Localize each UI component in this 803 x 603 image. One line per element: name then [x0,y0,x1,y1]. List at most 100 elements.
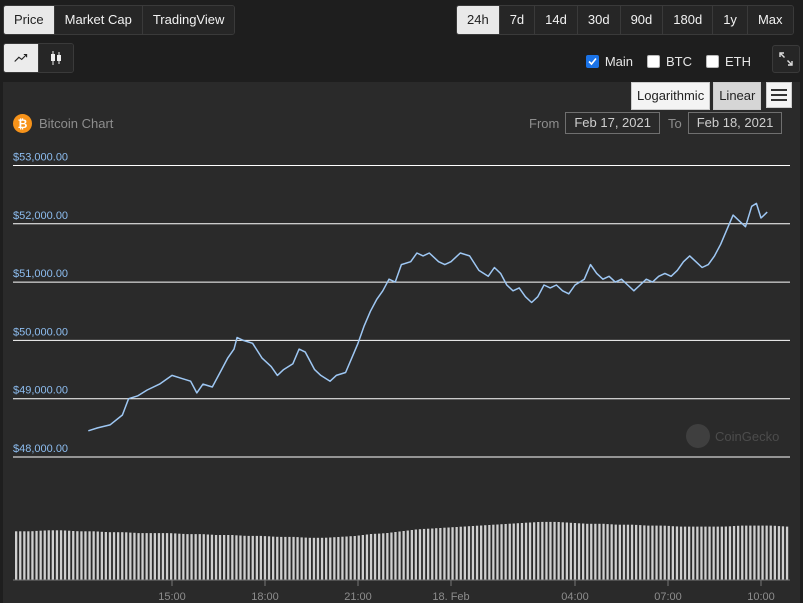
volume-bar [398,531,401,580]
volume-bar [378,533,381,580]
volume-bar [394,532,397,580]
volume-bar [520,523,524,580]
volume-bar [427,528,430,580]
volume-bar [614,524,617,580]
x-tick-label: 07:00 [654,591,682,603]
volume-bar [259,535,262,580]
volume-bar [170,533,173,580]
volume-bar [296,537,299,580]
volume-bar [480,525,483,580]
volume-bar [528,522,532,580]
volume-bar [51,530,54,580]
volume-bar [757,525,760,580]
volume-bar [545,521,548,580]
volume-bar [390,532,393,580]
volume-bar [272,536,275,580]
volume-bar [382,533,385,580]
volume-bar [765,525,768,580]
volume-bar [455,527,458,580]
volume-bar [137,533,140,580]
volume-bar [471,526,475,580]
volume-bar [655,525,658,580]
volume-bar [202,534,205,580]
volume-bar [647,525,650,580]
volume-bar [728,526,732,580]
y-tick-label: $48,000.00 [13,443,68,455]
volume-bar [663,525,666,580]
volume-bar [537,522,540,580]
volume-bar [484,525,487,580]
volume-bar [320,537,324,580]
volume-bar [104,532,107,580]
volume-bar [708,526,711,580]
volume-bar [373,533,377,580]
volume-bar [300,537,303,580]
volume-bar [561,522,564,580]
volume-bar [88,531,91,581]
volume-bar [316,537,320,580]
volume-bar [671,526,674,580]
volume-bar [594,523,597,581]
x-tick-label: 18:00 [251,591,279,603]
volume-bar [43,530,46,580]
volume-bar [716,526,719,580]
volume-bar [622,524,626,580]
volume-bar [149,533,152,580]
volume-bar [683,526,687,580]
volume-bar [341,536,344,580]
volume-bar [55,530,59,580]
volume-bar [288,536,291,580]
volume-bar [512,523,515,580]
volume-bar [749,525,752,580]
volume-bar [422,528,426,580]
volume-bar [447,527,450,580]
volume-bar [565,522,568,580]
volume-bar [133,532,136,580]
volume-bar [402,531,405,580]
volume-bar [577,523,581,580]
volume-bar [712,526,715,580]
volume-bar [353,536,356,580]
volume-bar [569,522,572,580]
volume-bar [667,525,670,580]
volume-bar [443,527,446,580]
volume-bar [761,525,764,580]
y-tick-label: $50,000.00 [13,326,68,338]
volume-bar [467,526,471,580]
y-tick-label: $53,000.00 [13,152,68,164]
volume-bar [80,531,83,581]
volume-bar [692,526,695,580]
volume-bar [76,531,79,580]
volume-bar [19,531,22,581]
volume-bar [516,523,519,580]
volume-bar [47,530,50,580]
volume-bar [785,526,789,580]
volume-bar [541,521,544,580]
volume-bar [165,533,169,580]
volume-bar [635,524,638,580]
y-tick-label: $49,000.00 [13,385,68,397]
volume-bar [108,532,112,580]
volume-bar [679,526,683,580]
volume-bar [410,530,413,580]
volume-bar [582,523,585,580]
volume-bar [651,525,654,580]
volume-bar [198,534,201,580]
volume-bar [280,536,283,580]
volume-bar [475,525,479,580]
x-tick-label: 10:00 [747,591,775,603]
volume-bar [178,533,181,580]
price-chart[interactable]: $48,000.00 $49,000.00 $50,000.00 $51,000.00… [0,0,803,603]
volume-bar [23,531,26,581]
volume-bar [688,526,691,580]
volume-bar [206,534,209,580]
volume-bar [267,536,271,580]
volume-bar [431,528,434,580]
x-tick-label: 15:00 [158,591,186,603]
volume-bar [488,525,491,580]
volume-bar [704,526,707,580]
volume-bar [243,535,246,580]
volume-bar [724,526,727,580]
volume-bar [732,526,736,580]
volume-bar [781,526,785,580]
